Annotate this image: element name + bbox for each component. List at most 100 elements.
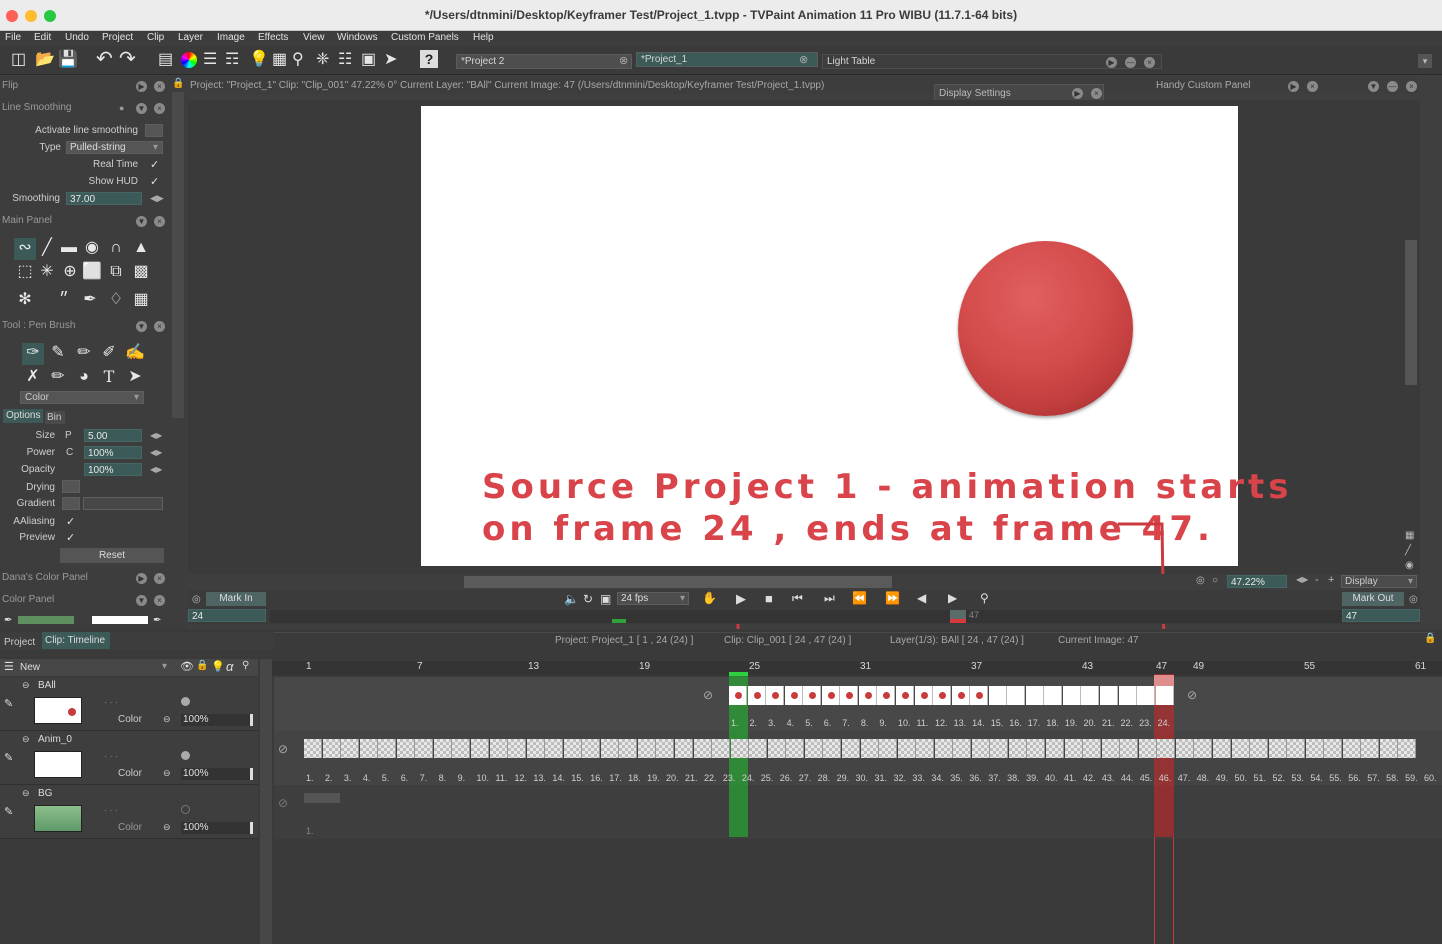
anim-frame-cell[interactable] <box>897 739 916 758</box>
library-icon[interactable]: ☷ <box>338 51 352 69</box>
new-layer-chevron-icon[interactable]: ▾ <box>162 661 167 672</box>
timeline-left-scrollbar[interactable] <box>260 659 272 944</box>
anim-frame-cell[interactable] <box>563 739 582 758</box>
undo-icon[interactable]: ↶ <box>96 49 113 69</box>
camera-tool-icon[interactable]: ▩ <box>131 262 151 282</box>
tab-options[interactable]: Options <box>3 409 43 423</box>
anim-frame-cell[interactable] <box>545 739 564 758</box>
anim-frame-cell[interactable] <box>1027 739 1046 758</box>
anim-frame-cell[interactable] <box>433 739 452 758</box>
next-keyframe-icon[interactable]: ⏩ <box>885 591 900 605</box>
ball-frame-cell[interactable] <box>729 686 747 705</box>
activate-line-smoothing-checkbox[interactable] <box>145 124 163 137</box>
layer-row-anim[interactable]: ⊖ Anim_0 ✎ · · · Color ⊖ 100% <box>0 731 258 785</box>
anim-frame-cell[interactable] <box>582 739 601 758</box>
close-tab-project-2-icon[interactable]: ⊗ <box>619 54 628 67</box>
layer-opacity[interactable]: 100% <box>181 714 253 726</box>
display-select[interactable]: Display ▾ <box>1341 575 1417 588</box>
anim-frame-cell[interactable] <box>693 739 712 758</box>
alpha-icon[interactable]: α <box>226 659 233 674</box>
anim-track-start-icon[interactable]: ⊘ <box>278 742 288 756</box>
ball-frame-cell[interactable] <box>1044 686 1063 705</box>
pen-brush-icon[interactable]: ✑ <box>23 343 43 363</box>
anim-frame-cell[interactable] <box>1268 739 1287 758</box>
mark-out-button[interactable]: Mark Out <box>1342 592 1404 606</box>
tab-project-2[interactable]: *Project 2 <box>456 54 632 69</box>
freehand-tool-icon[interactable]: ∾ <box>15 238 35 258</box>
layer-search-icon[interactable]: ⚲ <box>242 660 249 671</box>
spiral-tool-icon[interactable]: ״ <box>54 290 74 310</box>
anim-frame-cell[interactable] <box>359 739 378 758</box>
anim-frame-cell[interactable] <box>396 739 415 758</box>
line-smoothing-collapse-icon[interactable]: ▼ <box>136 103 147 114</box>
power-pressure-mode[interactable]: C <box>66 447 73 458</box>
zoom-stepper-icon[interactable]: ◀▶ <box>1296 575 1308 584</box>
eyedropper-b-icon[interactable]: ✒ <box>153 615 161 626</box>
anim-frame-cell[interactable] <box>1064 739 1083 758</box>
smoothing-stepper-icon[interactable]: ◀▶ <box>150 193 164 204</box>
tab-project[interactable]: Project <box>4 637 35 648</box>
anim-frame-cell[interactable] <box>1138 739 1157 758</box>
menu-layer[interactable]: Layer <box>178 32 203 43</box>
size-stepper-icon[interactable]: ◀▶ <box>150 431 162 440</box>
preview-checkbox[interactable]: ✓ <box>66 531 75 544</box>
opacity-toggle-icon[interactable]: ⊖ <box>163 822 171 833</box>
search-icon[interactable]: ⚲ <box>292 51 304 69</box>
real-time-checkbox[interactable]: ✓ <box>150 158 159 171</box>
anim-frame-cell[interactable] <box>322 739 341 758</box>
ball-frame-cell[interactable] <box>803 686 822 705</box>
anim-frame-cell[interactable] <box>1324 739 1343 758</box>
paper-tool-icon[interactable]: ♢ <box>106 290 126 310</box>
play-button-icon[interactable]: ▶ <box>736 591 746 607</box>
menu-view[interactable]: View <box>303 32 325 43</box>
flip-close-icon[interactable]: × <box>154 81 165 92</box>
pencil-brush-icon[interactable]: ✎ <box>48 343 68 363</box>
anim-frame-cell[interactable] <box>1008 739 1027 758</box>
layer-opacity[interactable]: 100% <box>181 768 253 780</box>
drying-checkbox[interactable] <box>62 480 80 493</box>
layer-mode[interactable]: Color <box>118 768 142 779</box>
eraser-brush-icon[interactable]: ✗ <box>23 367 43 387</box>
anim-frame-cell[interactable] <box>1083 739 1102 758</box>
brush-color-select[interactable]: Color ▾ <box>20 391 144 404</box>
ball-frame-cell[interactable] <box>877 686 896 705</box>
zoom-in-icon[interactable]: + <box>1328 574 1334 586</box>
water-drop-icon[interactable]: ◕ <box>74 367 94 387</box>
menu-file[interactable]: File <box>5 32 21 43</box>
display-settings-expand-icon[interactable]: ▶ <box>1072 88 1083 99</box>
anim-frame-cell[interactable] <box>656 739 675 758</box>
anim-frame-cell[interactable] <box>879 739 898 758</box>
layer-lock-icon[interactable]: 🔒 <box>196 660 208 671</box>
color-panel-close-icon[interactable]: × <box>154 595 165 606</box>
collapse-layer-icon[interactable]: ⊖ <box>22 734 30 745</box>
crayon-brush-icon[interactable]: ✏ <box>74 343 94 363</box>
light-table-bulb-icon[interactable]: 💡 <box>211 660 225 673</box>
marker-brush-icon[interactable]: ✏ <box>48 367 68 387</box>
smoothing-input[interactable]: 37.00 <box>66 192 142 205</box>
warp-tool-icon[interactable]: ✻ <box>15 290 35 310</box>
new-project-icon[interactable]: ◫ <box>11 51 26 69</box>
anim-frame-cell[interactable] <box>1287 739 1306 758</box>
pan-tool-icon[interactable]: ⊕ <box>60 262 80 282</box>
anim-frame-cell[interactable] <box>526 739 545 758</box>
anim-frame-cell[interactable] <box>1361 739 1380 758</box>
anim-frame-cell[interactable] <box>675 739 693 758</box>
anim-frame-cell[interactable] <box>378 739 397 758</box>
gradient-preview[interactable] <box>83 497 163 510</box>
viewport-tool-c-icon[interactable]: ◉ <box>1405 560 1414 571</box>
anim-frame-cell[interactable] <box>730 739 749 758</box>
layer-paint-icon[interactable]: ✎ <box>4 751 13 764</box>
anim-frame-cell[interactable] <box>804 739 823 758</box>
ball-frame-cell[interactable] <box>914 686 933 705</box>
opacity-stepper-icon[interactable]: ◀▶ <box>150 465 162 474</box>
anim-frame-cell[interactable] <box>304 739 322 758</box>
horizontal-scrollbar[interactable] <box>464 576 892 588</box>
panel-close-icon[interactable]: × <box>1406 81 1417 92</box>
sketch-panel-icon[interactable]: ▣ <box>361 51 376 69</box>
panel-collapse-icon[interactable]: ▼ <box>1368 81 1379 92</box>
help-icon[interactable]: ? <box>420 50 438 68</box>
left-scrollbar[interactable] <box>172 92 184 418</box>
go-to-end-icon[interactable]: ⏭ <box>824 591 835 606</box>
mark-in-toggle-icon[interactable]: ◎ <box>192 594 201 605</box>
circle-tool-icon[interactable]: ◉ <box>82 238 102 258</box>
